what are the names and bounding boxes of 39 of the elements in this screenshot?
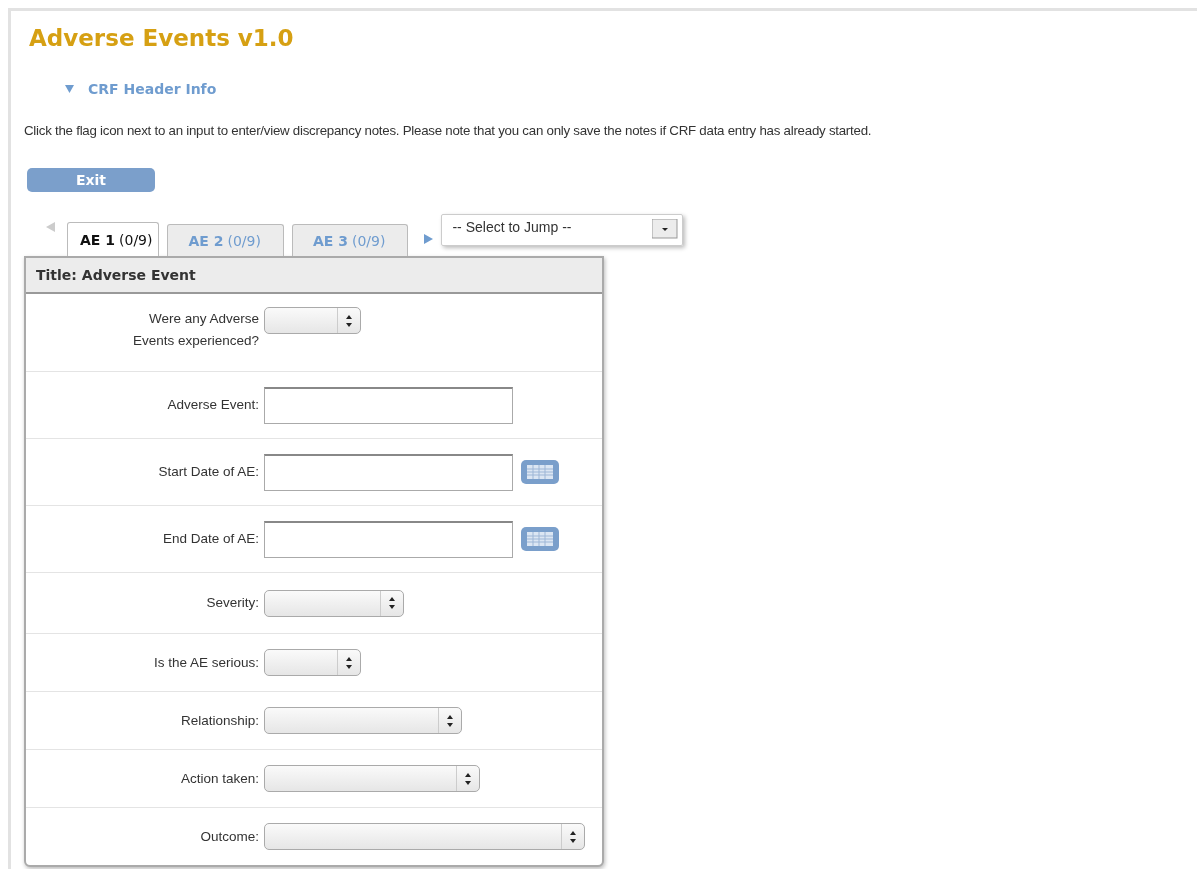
exit-button[interactable]: Exit xyxy=(27,168,155,192)
dropdown-icon xyxy=(652,219,679,239)
field-label: Severity: xyxy=(205,594,259,613)
tab[interactable]: AE 1 (0/9) xyxy=(67,222,160,256)
calendar-icon[interactable] xyxy=(521,460,559,484)
tab[interactable]: AE 3 (0/9) xyxy=(291,224,409,256)
triangle-icon[interactable] xyxy=(65,85,74,93)
select-field[interactable] xyxy=(264,707,462,734)
header-info-link[interactable]: CRF Header Info xyxy=(88,81,217,97)
field-label: Action taken: xyxy=(179,769,259,788)
left-arrow-icon[interactable] xyxy=(46,222,55,232)
field-label: Start Date of AE: xyxy=(157,463,259,482)
date-field[interactable] xyxy=(264,453,513,491)
field-label: Is the AE serious: xyxy=(152,653,259,672)
stepper-icon xyxy=(389,597,395,609)
section-title: Title: Adverse Event xyxy=(26,258,602,294)
right-arrow-icon[interactable] xyxy=(424,234,434,244)
field-label: Relationship: xyxy=(179,711,259,730)
select-field[interactable] xyxy=(264,765,480,792)
jump-select[interactable]: -- Select to Jump -- xyxy=(441,214,684,246)
calendar-icon[interactable] xyxy=(521,527,559,551)
stepper-icon xyxy=(465,772,471,785)
stepper-icon xyxy=(570,830,576,843)
select-field[interactable] xyxy=(264,823,585,850)
select-field[interactable] xyxy=(264,307,361,334)
select-field[interactable] xyxy=(264,649,361,676)
page-title: Adverse Events v1.0 xyxy=(29,25,295,51)
stepper-icon xyxy=(447,714,453,727)
select-field[interactable] xyxy=(264,589,404,617)
tab[interactable]: AE 2 (0/9) xyxy=(167,224,284,256)
field-label: Adverse Event: xyxy=(166,396,259,415)
field-label: End Date of AE: xyxy=(161,530,259,549)
stepper-icon xyxy=(346,656,352,669)
field-label: Outcome: xyxy=(199,827,259,846)
date-field[interactable] xyxy=(264,520,513,558)
stepper-icon xyxy=(346,314,352,327)
field-label: Were any Adverse Events experienced? xyxy=(131,310,259,350)
text-field[interactable] xyxy=(264,386,513,424)
instruction-text: Click the flag icon next to an input to enter/view discrepancy notes. Please note that you can only save the notes if CRF data entry has already started. xyxy=(24,123,873,138)
